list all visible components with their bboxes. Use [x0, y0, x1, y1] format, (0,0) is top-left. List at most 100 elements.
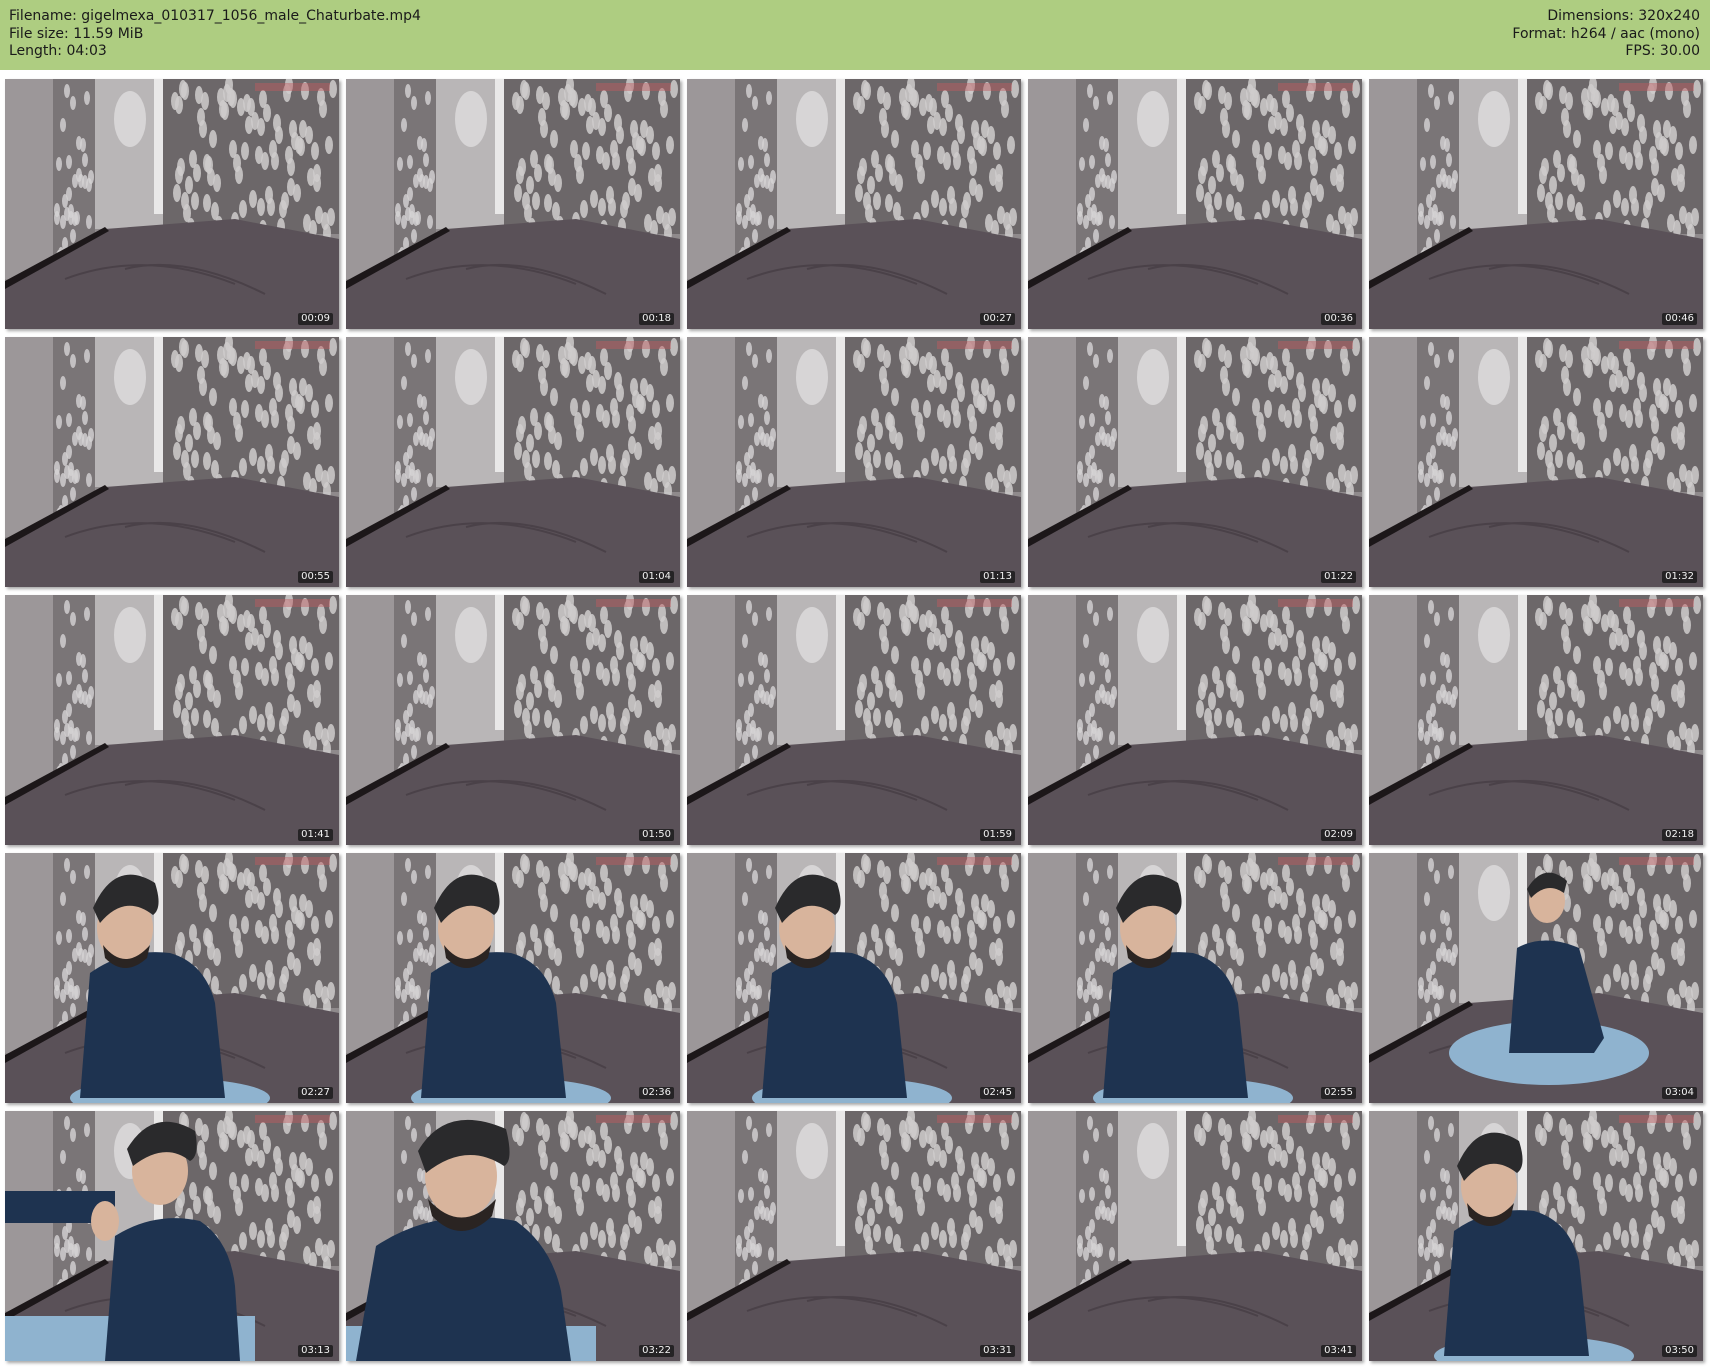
watermark: [596, 1115, 671, 1123]
video-frame: [5, 79, 339, 329]
timestamp-label: 02:27: [298, 1087, 333, 1099]
timestamp-label: 03:41: [1321, 1345, 1356, 1357]
wall-mask-decor: [114, 91, 146, 147]
thumbnail: 01:13: [687, 337, 1021, 587]
timestamp-label: 02:09: [1321, 829, 1356, 841]
timestamp-label: 00:46: [1662, 313, 1697, 325]
video-frame: [1028, 853, 1362, 1103]
watermark: [1619, 857, 1694, 865]
thumbnail: 03:50: [1369, 1111, 1703, 1361]
timestamp-label: 00:18: [639, 313, 674, 325]
timestamp-label: 03:50: [1662, 1345, 1697, 1357]
timestamp-label: 03:13: [298, 1345, 333, 1357]
thumbnail: 03:04: [1369, 853, 1703, 1103]
wall-mask-decor: [1137, 91, 1169, 147]
wall-mask-decor: [1478, 607, 1510, 663]
video-frame: [687, 337, 1021, 587]
info-left: Filename: gigelmexa_010317_1056_male_Cha…: [9, 8, 421, 61]
video-frame: [5, 1111, 339, 1361]
video-frame: [5, 853, 339, 1103]
timestamp-label: 03:04: [1662, 1087, 1697, 1099]
length-text: Length: 04:03: [9, 43, 107, 59]
watermark: [596, 857, 671, 865]
watermark: [937, 857, 1012, 865]
info-right: Dimensions: 320x240 Format: h264 / aac (…: [1512, 8, 1700, 61]
watermark: [937, 1115, 1012, 1123]
watermark: [1278, 341, 1353, 349]
format-text: Format: h264 / aac (mono): [1512, 25, 1700, 42]
video-frame: [1028, 337, 1362, 587]
wall-mask-decor: [114, 607, 146, 663]
thumbnail: 01:04: [346, 337, 680, 587]
timestamp-label: 02:36: [639, 1087, 674, 1099]
thumbnail: 03:41: [1028, 1111, 1362, 1361]
thumbnail: 02:09: [1028, 595, 1362, 845]
thumbnail: 00:27: [687, 79, 1021, 329]
watermark: [937, 599, 1012, 607]
video-frame: [1369, 337, 1703, 587]
video-frame: [1028, 1111, 1362, 1361]
thumbnail: 01:59: [687, 595, 1021, 845]
watermark: [1619, 1115, 1694, 1123]
watermark: [1278, 599, 1353, 607]
dimensions-text: Dimensions: 320x240: [1547, 8, 1700, 24]
thumbnail: 03:22: [346, 1111, 680, 1361]
timestamp-label: 01:59: [980, 829, 1015, 841]
watermark: [1619, 599, 1694, 607]
thumbnail: 01:32: [1369, 337, 1703, 587]
thumbnail: 00:18: [346, 79, 680, 329]
video-frame: [346, 853, 680, 1103]
video-frame: [687, 853, 1021, 1103]
video-frame: [687, 595, 1021, 845]
video-frame: [1369, 79, 1703, 329]
wall-mask-decor: [796, 1123, 828, 1179]
timestamp-label: 01:22: [1321, 571, 1356, 583]
wall-mask-decor: [796, 349, 828, 405]
video-frame: [5, 337, 339, 587]
watermark: [255, 1115, 330, 1123]
thumbnail: 02:36: [346, 853, 680, 1103]
thumbnail: 02:18: [1369, 595, 1703, 845]
watermark: [1278, 83, 1353, 91]
watermark: [255, 341, 330, 349]
video-frame: [5, 595, 339, 845]
wall-mask-decor: [796, 607, 828, 663]
timestamp-label: 00:55: [298, 571, 333, 583]
wall-mask-decor: [1478, 349, 1510, 405]
filesize-text: File size: 11.59 MiB: [9, 25, 144, 42]
wall-mask-decor: [455, 607, 487, 663]
wall-mask-decor: [1137, 349, 1169, 405]
thumbnail: 02:27: [5, 853, 339, 1103]
timestamp-label: 02:55: [1321, 1087, 1356, 1099]
watermark: [596, 83, 671, 91]
watermark: [1619, 341, 1694, 349]
video-frame: [1028, 595, 1362, 845]
timestamp-label: 01:13: [980, 571, 1015, 583]
timestamp-label: 03:22: [639, 1345, 674, 1357]
watermark: [1619, 83, 1694, 91]
thumbnail: 00:46: [1369, 79, 1703, 329]
timestamp-label: 02:18: [1662, 829, 1697, 841]
watermark: [937, 341, 1012, 349]
watermark: [1278, 1115, 1353, 1123]
video-frame: [687, 79, 1021, 329]
thumbnail: 00:36: [1028, 79, 1362, 329]
watermark: [937, 83, 1012, 91]
video-frame: [1369, 595, 1703, 845]
timestamp-label: 01:41: [298, 829, 333, 841]
filename-text: Filename: gigelmexa_010317_1056_male_Cha…: [9, 8, 421, 24]
watermark: [255, 857, 330, 865]
timestamp-label: 01:50: [639, 829, 674, 841]
thumbnail: 01:22: [1028, 337, 1362, 587]
video-frame: [346, 79, 680, 329]
video-frame: [346, 595, 680, 845]
fps-text: FPS: 30.00: [1625, 43, 1700, 59]
watermark: [255, 83, 330, 91]
video-frame: [346, 337, 680, 587]
wall-mask-decor: [455, 91, 487, 147]
thumbnail: 03:13: [5, 1111, 339, 1361]
wall-mask-decor: [796, 91, 828, 147]
thumbnail: 00:55: [5, 337, 339, 587]
video-frame: [346, 1111, 680, 1361]
watermark: [596, 599, 671, 607]
